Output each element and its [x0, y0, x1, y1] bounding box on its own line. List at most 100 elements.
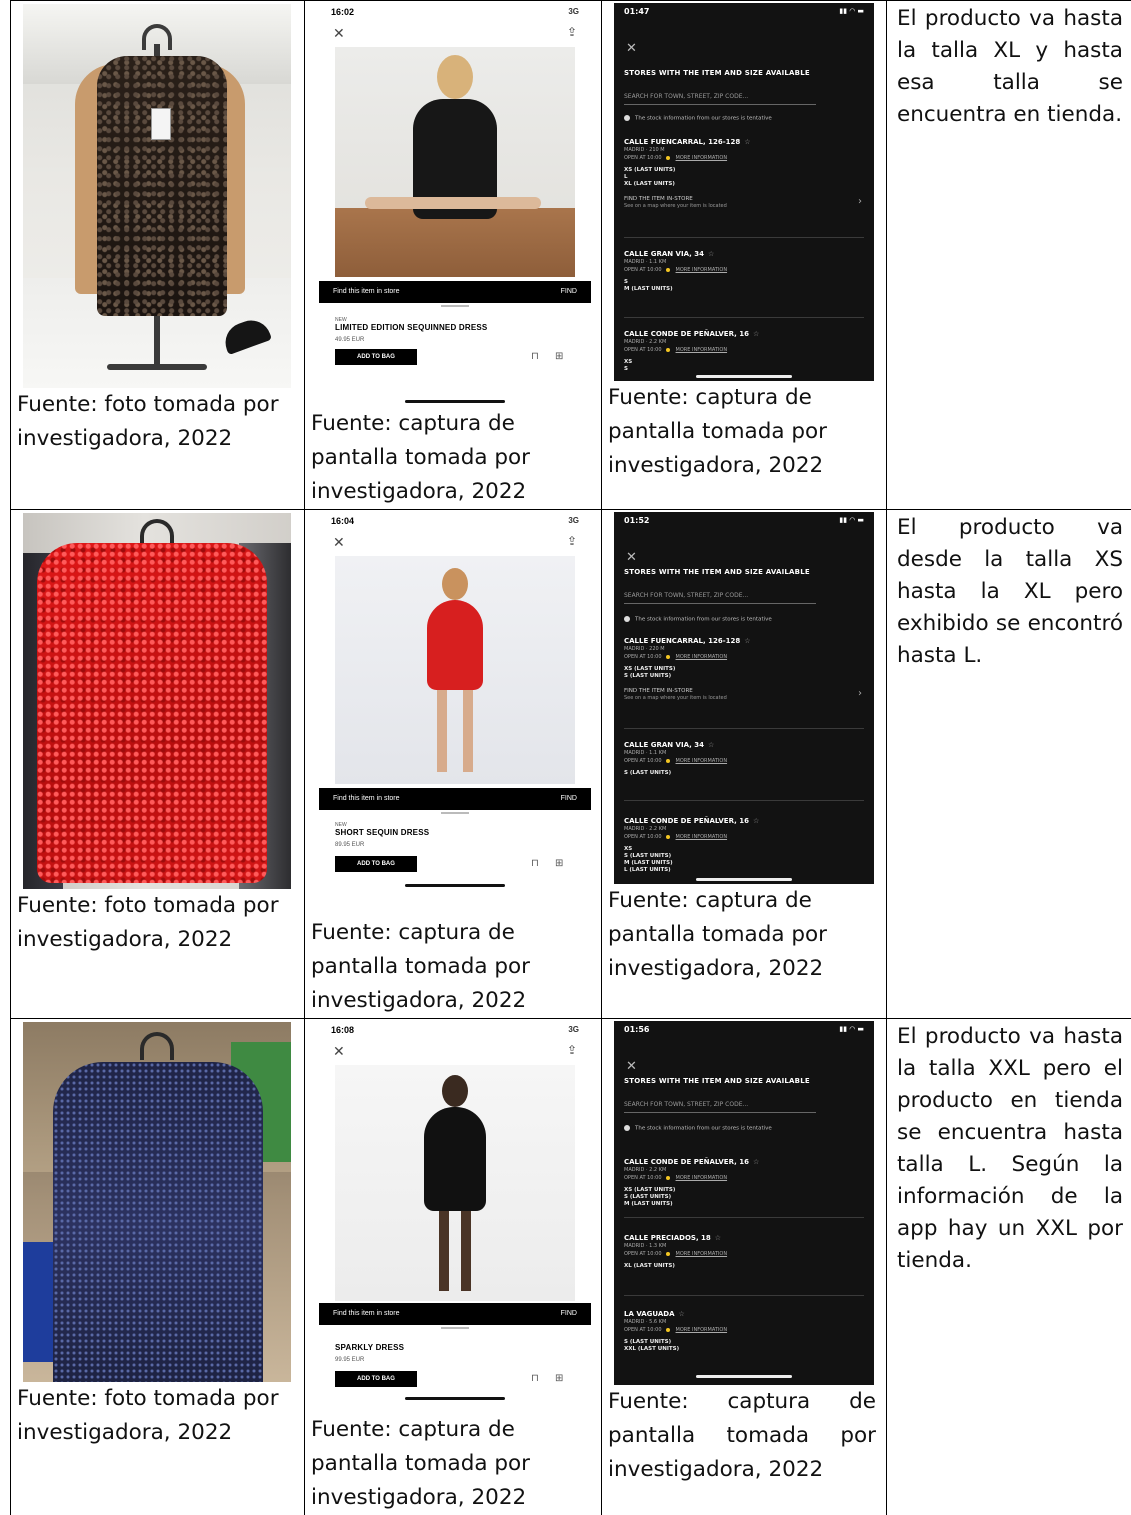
product-price: 89.95 EUR	[335, 842, 364, 848]
store-entry[interactable]: CALLE CONDE DE PEÑALVER, 16☆ MADRID · 2.…	[624, 1157, 864, 1208]
star-icon[interactable]: ☆	[708, 741, 714, 749]
stock-cell: 01:47▮▮ ◠ ▬ ✕ STORES WITH THE ITEM AND S…	[602, 1, 887, 510]
product-caption: Fuente: captura de pantalla tomada por i…	[305, 1413, 601, 1515]
note-cell: El producto va hasta la talla XXL pero e…	[887, 1019, 1131, 1515]
add-to-bag-button[interactable]: ADD TO BAG	[335, 349, 417, 365]
store-entry[interactable]: CALLE PRECIADOS, 18☆ MADRID · 1.3 KM OPE…	[624, 1233, 864, 1270]
star-icon[interactable]: ☆	[679, 1310, 685, 1318]
stock-screenshot: 01:47▮▮ ◠ ▬ ✕ STORES WITH THE ITEM AND S…	[614, 3, 874, 381]
product-caption: Fuente: captura de pantalla tomada por i…	[305, 407, 601, 509]
store-search-input[interactable]: SEARCH FOR TOWN, STREET, ZIP CODE...	[624, 592, 816, 604]
more-information-link[interactable]: MORE INFORMATION	[676, 347, 728, 353]
store-availability-icon[interactable]: ⊞	[555, 858, 563, 869]
signal-indicator: 3G	[568, 1025, 579, 1034]
find-button[interactable]: FIND	[561, 1303, 577, 1325]
share-icon[interactable]: ⇪	[567, 1043, 577, 1057]
find-in-store-bar[interactable]: Find this item in store FIND	[319, 788, 591, 810]
share-icon[interactable]: ⇪	[567, 534, 577, 548]
find-in-store-bar[interactable]: Find this item in store FIND	[319, 1303, 591, 1325]
star-icon[interactable]: ☆	[744, 138, 750, 146]
store-entry[interactable]: CALLE GRAN VIA, 34☆ MADRID · 1.1 KM OPEN…	[624, 740, 864, 777]
bookmark-icon[interactable]: ⊓	[531, 858, 539, 869]
product-name: LIMITED EDITION SEQUINNED DRESS	[335, 323, 487, 332]
find-in-store-bar[interactable]: Find this item in storeFIND	[319, 281, 591, 303]
star-icon[interactable]: ☆	[753, 817, 759, 825]
stock-title: STORES WITH THE ITEM AND SIZE AVAILABLE	[624, 1077, 810, 1085]
photo-caption: Fuente: foto tomada por investigadora, 2…	[11, 1382, 304, 1450]
product-image	[335, 47, 575, 277]
photo-cell: Fuente: foto tomada por investigadora, 2…	[11, 1, 305, 510]
table-row: Fuente: foto tomada por investigadora, 2…	[11, 510, 1131, 1019]
close-icon[interactable]: ✕	[626, 1059, 637, 1074]
store-search-input[interactable]: SEARCH FOR TOWN, STREET, ZIP CODE...	[624, 1101, 816, 1113]
find-in-store-label: Find this item in store	[333, 795, 400, 802]
observation-note: El producto va hasta la talla XXL pero e…	[887, 1019, 1131, 1277]
product-caption: Fuente: captura de pantalla tomada por i…	[305, 916, 601, 1018]
store-entry[interactable]: LA VAGUADA☆ MADRID · 5.6 KM OPEN AT 10:0…	[624, 1309, 864, 1353]
status-time: 01:47	[624, 7, 649, 16]
find-button[interactable]: FIND	[561, 281, 577, 303]
more-information-link[interactable]: MORE INFORMATION	[676, 1327, 728, 1333]
close-icon[interactable]: ✕	[626, 550, 637, 565]
photo-caption: Fuente: foto tomada por investigadora, 2…	[11, 388, 304, 456]
stock-title: STORES WITH THE ITEM AND SIZE AVAILABLE	[624, 568, 810, 576]
close-icon[interactable]: ✕	[333, 534, 345, 551]
product-price: 49.95 EUR	[335, 337, 364, 343]
share-icon[interactable]: ⇪	[567, 25, 577, 39]
add-to-bag-button[interactable]: ADD TO BAG	[335, 856, 417, 872]
close-icon[interactable]: ✕	[333, 25, 345, 42]
stock-disclaimer: The stock information from our stores is…	[624, 115, 772, 122]
star-icon[interactable]: ☆	[744, 637, 750, 645]
product-name: SPARKLY DRESS	[335, 1343, 404, 1352]
more-information-link[interactable]: MORE INFORMATION	[676, 1251, 728, 1257]
store-photo-red-sequin-dress	[23, 513, 291, 889]
close-icon[interactable]: ✕	[626, 41, 637, 56]
more-information-link[interactable]: MORE INFORMATION	[676, 155, 728, 161]
find-button[interactable]: FIND	[561, 788, 577, 810]
product-image	[335, 1065, 575, 1301]
stock-caption: Fuente: captura de pantalla tomada por i…	[602, 1385, 886, 1487]
close-icon[interactable]: ✕	[333, 1043, 345, 1060]
more-information-link[interactable]: MORE INFORMATION	[676, 267, 728, 273]
star-icon[interactable]: ☆	[753, 1158, 759, 1166]
photo-cell: Fuente: foto tomada por investigadora, 2…	[11, 1019, 305, 1515]
signal-indicator: 3G	[568, 516, 579, 525]
stock-title: STORES WITH THE ITEM AND SIZE AVAILABLE	[624, 69, 810, 77]
stock-screenshot: 01:52▮▮ ◠ ▬ ✕ STORES WITH THE ITEM AND S…	[614, 512, 874, 884]
star-icon[interactable]: ☆	[708, 250, 714, 258]
chevron-right-icon: ›	[858, 690, 862, 697]
note-cell: El producto va hasta la talla XL y hasta…	[887, 1, 1131, 510]
stock-screenshot: 01:56▮▮ ◠ ▬ ✕ STORES WITH THE ITEM AND S…	[614, 1021, 874, 1385]
more-information-link[interactable]: MORE INFORMATION	[676, 834, 728, 840]
note-cell: El producto va desde la talla XS hasta l…	[887, 510, 1131, 1019]
find-in-store-label: Find this item in store	[333, 1310, 400, 1317]
store-availability-icon[interactable]: ⊞	[555, 1373, 563, 1384]
info-icon	[624, 115, 630, 121]
star-icon[interactable]: ☆	[753, 330, 759, 338]
store-entry[interactable]: CALLE CONDE DE PEÑALVER, 16☆ MADRID · 2.…	[624, 329, 864, 373]
table-row: Fuente: foto tomada por investigadora, 2…	[11, 1019, 1131, 1515]
comparison-table: Fuente: foto tomada por investigadora, 2…	[10, 0, 1131, 1515]
find-item-in-store-link[interactable]: FIND THE ITEM IN-STORESee on a map where…	[624, 196, 864, 210]
more-information-link[interactable]: MORE INFORMATION	[676, 654, 728, 660]
add-to-bag-button[interactable]: ADD TO BAG	[335, 1371, 417, 1387]
status-time: 16:08	[331, 1025, 354, 1035]
stock-caption: Fuente: captura de pantalla tomada por i…	[602, 381, 886, 483]
more-information-link[interactable]: MORE INFORMATION	[676, 1175, 728, 1181]
store-search-input[interactable]: SEARCH FOR TOWN, STREET, ZIP CODE...	[624, 93, 816, 105]
product-screenshot: 16:083G ✕ ⇪ Find this item in storeFIND …	[319, 1021, 591, 1413]
product-image	[335, 556, 575, 784]
bookmark-icon[interactable]: ⊓	[531, 1373, 539, 1384]
bookmark-icon[interactable]: ⊓	[531, 351, 539, 362]
store-entry[interactable]: CALLE CONDE DE PEÑALVER, 16☆ MADRID · 2.…	[624, 816, 864, 874]
signal-indicator: 3G	[568, 7, 579, 16]
store-entry[interactable]: CALLE FUENCARRAL, 126-128☆ MADRID · 210 …	[624, 137, 864, 210]
observation-note: El producto va hasta la talla XL y hasta…	[887, 1, 1131, 131]
find-item-in-store-link[interactable]: FIND THE ITEM IN-STORESee on a map where…	[624, 688, 864, 702]
status-time: 16:04	[331, 516, 354, 526]
store-entry[interactable]: CALLE GRAN VIA, 34☆ MADRID · 1.1 KM OPEN…	[624, 249, 864, 293]
more-information-link[interactable]: MORE INFORMATION	[676, 758, 728, 764]
store-entry[interactable]: CALLE FUENCARRAL, 126-128☆ MADRID · 220 …	[624, 636, 864, 702]
star-icon[interactable]: ☆	[715, 1234, 721, 1242]
store-availability-icon[interactable]: ⊞	[555, 351, 563, 362]
